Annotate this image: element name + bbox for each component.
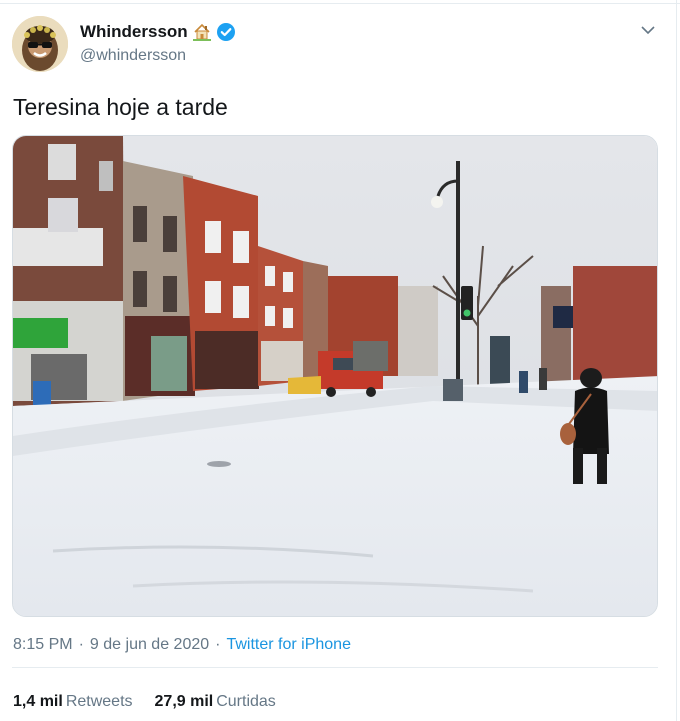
- meta-separator: ·: [78, 636, 84, 653]
- top-border: [0, 0, 680, 4]
- likes-label: Curtidas: [216, 693, 276, 710]
- right-border: [676, 0, 677, 721]
- photo-snowy-street-icon: [13, 136, 657, 616]
- tweet-source-link[interactable]: Twitter for iPhone: [226, 636, 351, 654]
- meta-separator: ·: [215, 636, 221, 653]
- display-name[interactable]: Whindersson: [80, 22, 188, 42]
- tweet-text: Teresina hoje a tarde: [13, 94, 228, 120]
- likes-stat[interactable]: 27,9 mil Curtidas: [155, 693, 276, 711]
- house-icon: [192, 22, 212, 42]
- verified-icon: [216, 22, 236, 42]
- tweet-stats: 1,4 mil Retweets 27,9 mil Curtidas: [13, 693, 276, 711]
- tweet-photo[interactable]: [12, 135, 658, 617]
- retweets-count: 1,4 mil: [13, 693, 63, 710]
- tweet-date[interactable]: 9 de jun de 2020: [90, 636, 209, 654]
- avatar[interactable]: [12, 16, 68, 72]
- author-name-row: Whindersson: [80, 22, 236, 42]
- tweet-time[interactable]: 8:15 PM: [13, 636, 73, 654]
- retweets-label: Retweets: [65, 693, 133, 710]
- retweets-stat[interactable]: 1,4 mil Retweets: [13, 693, 133, 711]
- chevron-down-icon[interactable]: [640, 22, 656, 38]
- avatar-photo-icon: [12, 16, 68, 72]
- likes-count: 27,9 mil: [154, 693, 214, 710]
- user-handle[interactable]: @whindersson: [80, 47, 186, 65]
- tweet-meta: 8:15 PM · 9 de jun de 2020 · Twitter for…: [13, 636, 351, 654]
- divider: [12, 667, 658, 668]
